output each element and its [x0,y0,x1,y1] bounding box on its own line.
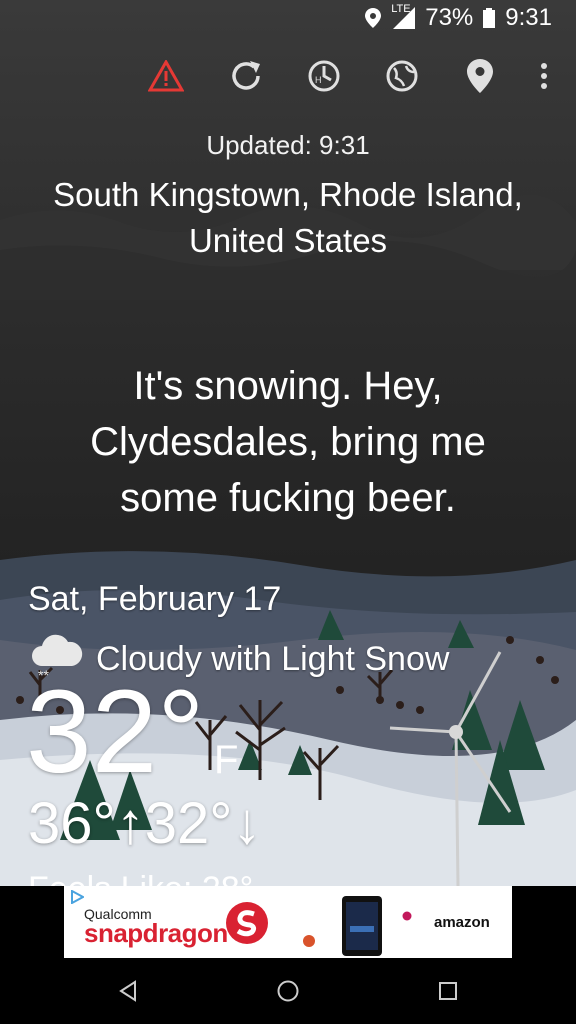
temperature-unit: F [214,738,239,782]
orb-icon-small [402,908,412,926]
location-name: South Kingstown, Rhode Island, United St… [53,176,523,259]
battery-percent: 73% [425,4,474,31]
svg-text:H: H [315,75,322,85]
recents-icon[interactable] [428,971,468,1011]
weather-quip: It's snowing. Hey, Clydesdales, bring me… [90,364,486,520]
status-time: 9:31 [505,4,552,31]
radar-icon[interactable] [380,54,424,98]
toolbar: H [0,46,576,102]
updated-time: Updated: 9:31 [206,130,370,160]
ad-strip: Qualcomm snapdragon amazon [0,886,576,958]
orb-icon [302,934,316,953]
location-icon [365,8,382,28]
ad-partner: amazon [434,914,490,931]
battery-icon [483,8,496,28]
current-temperature: 32° [26,666,205,798]
forecast-date: Sat, February 17 [28,580,282,618]
adchoices-icon[interactable] [70,889,86,909]
home-icon[interactable] [268,971,308,1011]
back-icon[interactable] [108,971,148,1011]
signal-icon: LTE [391,3,416,29]
navigation-bar [0,958,576,1024]
phone-image-icon [340,896,384,961]
status-bar: LTE 73% 9:31 [0,0,576,36]
network-label: LTE [391,3,411,15]
high-low-temperature: 36°↑32°↓ [28,791,262,856]
alert-icon[interactable] [144,54,188,98]
ad-banner[interactable]: Qualcomm snapdragon amazon [64,886,512,958]
overflow-menu-icon[interactable] [522,54,566,98]
history-icon[interactable]: H [302,54,346,98]
snapdragon-logo-icon [224,900,270,951]
location-pin-icon[interactable] [458,54,502,98]
refresh-icon[interactable] [224,54,268,98]
ad-brand-large: snapdragon [84,918,228,948]
